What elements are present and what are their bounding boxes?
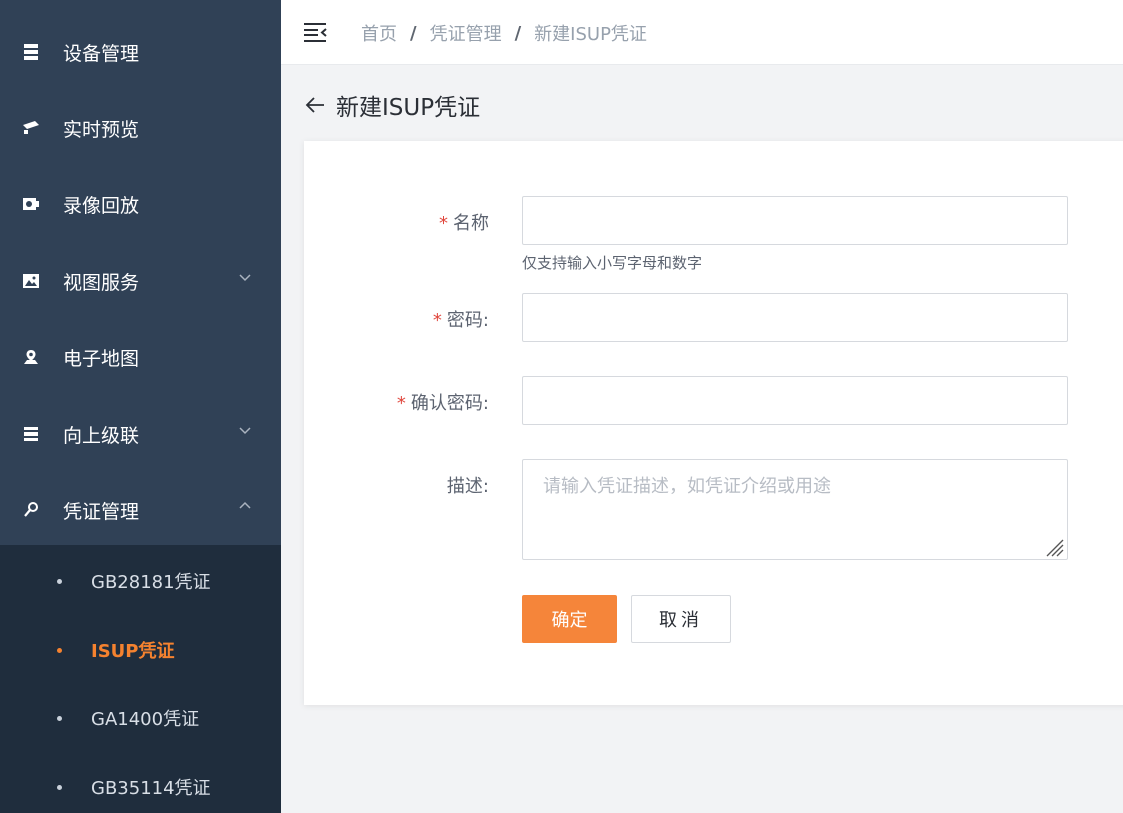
submenu-item-label: GB35114凭证	[91, 778, 211, 799]
required-mark: *	[439, 213, 448, 234]
sidebar-item-label: 实时预览	[63, 118, 140, 141]
menu-collapse-icon[interactable]	[304, 21, 328, 43]
bullet-dot	[57, 578, 62, 584]
submenu-item-label: GA1400凭证	[91, 709, 200, 730]
name-hint: 仅支持输入小写字母和数字	[522, 254, 703, 272]
name-label: * 名称	[439, 213, 489, 234]
breadcrumb-separator: /	[410, 22, 417, 44]
page-title-row: 新建ISUP凭证	[304, 88, 480, 122]
top-header: 首页 / 凭证管理 / 新建ISUP凭证	[281, 0, 1123, 65]
sidebar-item-label: 视图服务	[63, 271, 140, 294]
submenu-credentials: GB28181凭证 ISUP凭证 GA1400凭证 GB35114凭证	[0, 545, 281, 813]
video-icon	[22, 195, 40, 213]
description-textarea[interactable]	[522, 459, 1068, 560]
breadcrumb-separator: /	[514, 22, 522, 44]
sidebar-item-label: 设备管理	[63, 42, 140, 65]
required-mark: *	[432, 310, 442, 331]
submenu-item-label: ISUP凭证	[91, 641, 175, 662]
sidebar-item-view-service[interactable]: 视图服务	[0, 243, 281, 319]
sidebar-item-live-preview[interactable]: 实时预览	[0, 90, 281, 166]
password-label: * 密码:	[432, 310, 489, 331]
bullet-dot	[57, 784, 62, 790]
description-label: 描述:	[446, 476, 489, 497]
chevron-up-icon	[239, 501, 251, 509]
breadcrumb-home[interactable]: 首页	[361, 20, 397, 46]
sidebar-item-credential-management[interactable]: 凭证管理	[0, 472, 281, 548]
confirm-button[interactable]: 确定	[522, 595, 617, 643]
name-input[interactable]	[522, 196, 1068, 245]
breadcrumb-current: 新建ISUP凭证	[534, 24, 647, 45]
breadcrumb: 首页 / 凭证管理 / 新建ISUP凭证	[361, 20, 647, 46]
server-icon	[22, 43, 40, 61]
bullet-dot	[57, 647, 62, 653]
back-arrow-icon[interactable]	[304, 94, 326, 116]
chevron-down-icon	[239, 274, 251, 282]
required-mark: *	[396, 393, 406, 414]
submenu-item-label: GB28181凭证	[91, 572, 211, 593]
sidebar-item-device-management[interactable]: 设备管理	[0, 14, 281, 90]
sidebar-item-label: 向上级联	[63, 424, 140, 447]
confirm-password-input[interactable]	[522, 376, 1068, 425]
sidebar-item-playback[interactable]: 录像回放	[0, 166, 281, 242]
chevron-down-icon	[239, 427, 251, 435]
page-title: 新建ISUP凭证	[336, 95, 481, 121]
image-icon	[22, 272, 40, 290]
form-card: *名称 仅支持输入小写字母和数字 *密码: *确认密码: 描述: 确定 取消	[304, 141, 1123, 705]
sidebar-item-cascade[interactable]: 向上级联	[0, 396, 281, 472]
password-input[interactable]	[522, 293, 1068, 342]
submenu-item-gb28181[interactable]: GB28181凭证	[0, 547, 281, 615]
resize-handle-icon[interactable]	[1043, 536, 1065, 558]
cancel-button[interactable]: 取消	[631, 595, 731, 643]
cascade-icon	[22, 425, 40, 443]
key-icon	[22, 501, 40, 519]
sidebar-item-label: 录像回放	[63, 194, 140, 217]
submenu-item-isup[interactable]: ISUP凭证	[0, 616, 281, 684]
camera-icon	[22, 119, 40, 137]
submenu-item-ga1400[interactable]: GA1400凭证	[0, 684, 281, 752]
breadcrumb-credential-management[interactable]: 凭证管理	[430, 20, 502, 46]
submenu-item-gb35114[interactable]: GB35114凭证	[0, 753, 281, 813]
sidebar-item-label: 凭证管理	[63, 500, 140, 523]
confirm-password-label: * 确认密码:	[396, 393, 489, 414]
bullet-dot	[57, 715, 62, 721]
sidebar: 设备管理 实时预览 录像回放 视图服务 电子地图 向上级联 凭证管理 GB281…	[0, 0, 281, 813]
sidebar-item-map[interactable]: 电子地图	[0, 319, 281, 395]
map-pin-icon	[22, 348, 40, 366]
sidebar-item-label: 电子地图	[63, 347, 140, 370]
